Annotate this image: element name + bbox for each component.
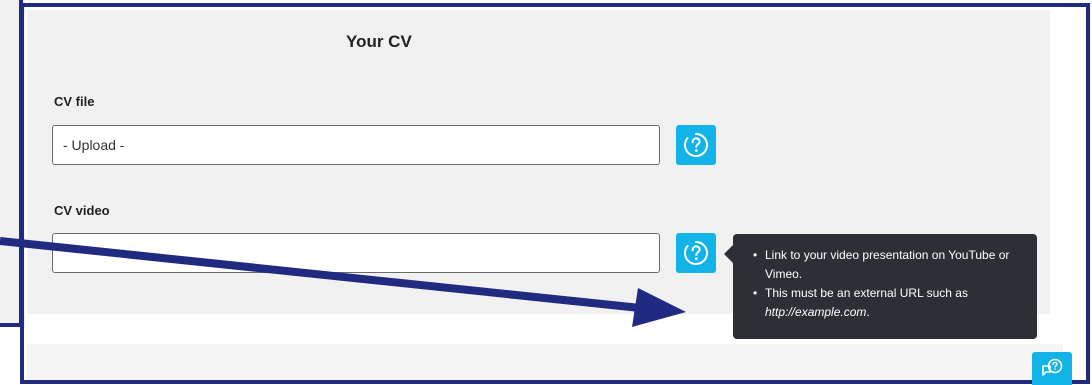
chat-help-icon bbox=[1042, 358, 1063, 376]
chat-help-button[interactable] bbox=[1032, 352, 1072, 385]
annotation-frame-main bbox=[20, 3, 1090, 384]
